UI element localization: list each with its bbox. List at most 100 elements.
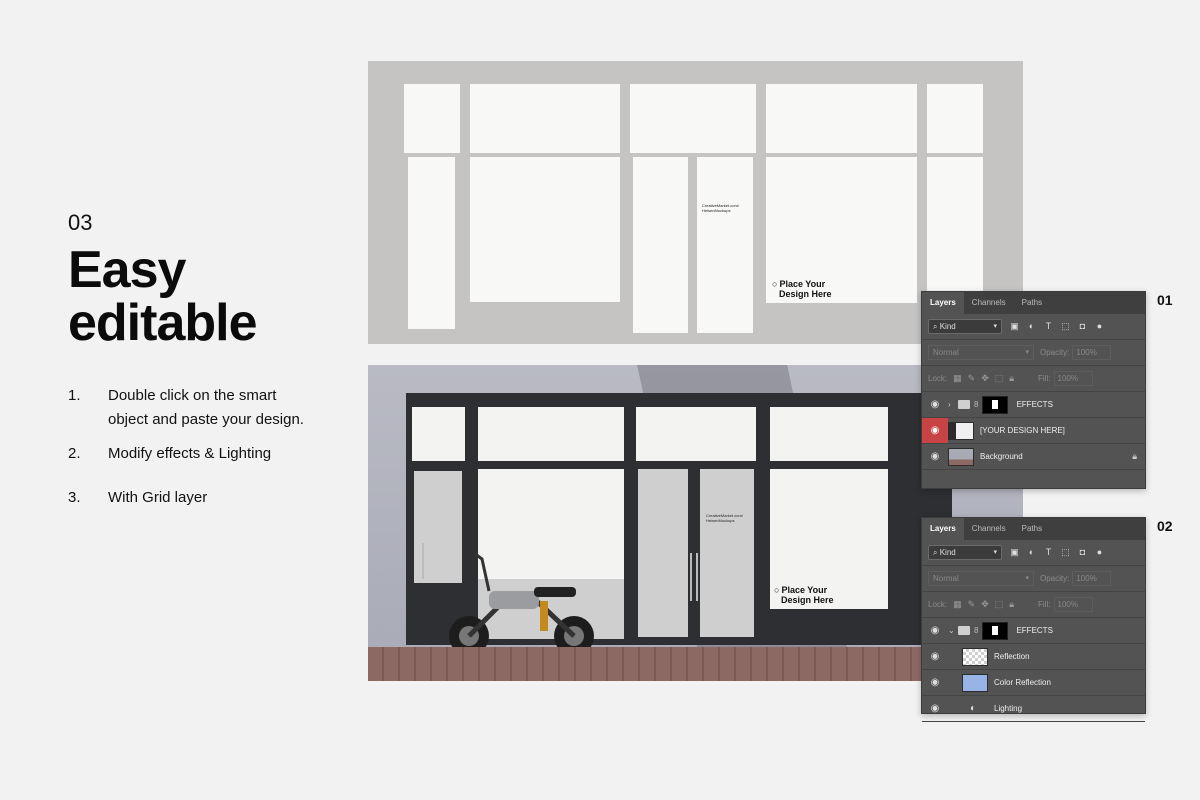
grid-pane bbox=[404, 84, 460, 153]
lock-artboard-icon[interactable]: ⬚ bbox=[995, 373, 1004, 384]
circle-icon: ○ bbox=[774, 585, 780, 595]
layer-name: Background bbox=[980, 452, 1023, 461]
step-item-number: 3. bbox=[68, 489, 81, 506]
grid-pane bbox=[470, 84, 620, 153]
layer-row[interactable]: ◉ Color Reflection bbox=[922, 670, 1145, 696]
fill-field[interactable]: 100% bbox=[1053, 371, 1093, 386]
lock-icon: 🔒︎ bbox=[1132, 451, 1137, 461]
grid-pane bbox=[927, 84, 983, 153]
filter-toggle-icon[interactable]: ● bbox=[1095, 322, 1104, 331]
link-icon: 8 bbox=[974, 400, 979, 409]
chevron-right-icon[interactable]: › bbox=[948, 400, 958, 409]
blend-mode-dropdown[interactable]: Normal ▾ bbox=[928, 345, 1034, 360]
folder-icon bbox=[958, 626, 970, 635]
headline-line-2: editable bbox=[68, 294, 257, 352]
door-handle bbox=[422, 543, 424, 579]
layer-row[interactable]: ◉ › 8 EFFECTS bbox=[922, 392, 1145, 418]
tab-layers[interactable]: Layers bbox=[922, 292, 964, 314]
adjustment-filter-icon[interactable]: ◐ bbox=[1027, 548, 1036, 557]
grid-pane bbox=[408, 157, 455, 329]
lock-paint-icon[interactable]: ✎ bbox=[968, 373, 976, 384]
tab-layers[interactable]: Layers bbox=[922, 518, 964, 540]
eye-icon[interactable]: ◉ bbox=[922, 444, 948, 469]
panel-tabs: Layers Channels Paths bbox=[922, 518, 1145, 540]
layer-name: Lighting bbox=[994, 704, 1023, 713]
adjustment-filter-icon[interactable]: ◐ bbox=[1027, 322, 1036, 331]
layers-panel-01: Layers Channels Paths ⌕ Kind ▾ ▣ ◐ T ⬚ ◘ … bbox=[921, 291, 1146, 489]
smart-object-filter-icon[interactable]: ◘ bbox=[1078, 322, 1087, 331]
credit-text: CreativeMarket.com/ HeisenMockups bbox=[702, 203, 739, 213]
lock-artboard-icon[interactable]: ⬚ bbox=[995, 599, 1004, 610]
smart-object-filter-icon[interactable]: ◘ bbox=[1078, 548, 1087, 557]
layer-row[interactable]: ◉ Background 🔒︎ bbox=[922, 444, 1145, 470]
fill-field[interactable]: 100% bbox=[1053, 597, 1093, 612]
kind-dropdown[interactable]: ⌕ Kind ▾ bbox=[928, 319, 1002, 334]
step-number: 03 bbox=[68, 210, 93, 235]
filter-row: ⌕ Kind ▾ ▣ ◐ T ⬚ ◘ ● bbox=[922, 314, 1145, 340]
grid-pane bbox=[630, 84, 756, 153]
grid-pane bbox=[697, 157, 753, 333]
lock-all-icon[interactable]: 🔒︎ bbox=[1009, 373, 1014, 384]
lock-pixels-icon[interactable]: ▦ bbox=[953, 599, 962, 610]
eye-icon[interactable]: ◉ bbox=[922, 618, 948, 643]
window-glass bbox=[478, 407, 624, 461]
tab-paths[interactable]: Paths bbox=[1014, 518, 1050, 540]
layer-thumbnail bbox=[948, 447, 974, 466]
eye-icon[interactable]: ◉ bbox=[922, 392, 948, 417]
lock-position-icon[interactable]: ✥ bbox=[981, 373, 989, 384]
type-filter-icon[interactable]: T bbox=[1044, 548, 1053, 557]
door-glass-left bbox=[638, 469, 688, 637]
blend-row: Normal ▾ Opacity: 100% bbox=[922, 340, 1145, 366]
opacity-field[interactable]: 100% bbox=[1072, 571, 1112, 586]
lock-label: Lock: bbox=[928, 600, 948, 609]
link-icon: 8 bbox=[974, 626, 979, 635]
layer-row[interactable]: ◉ ◐ Lighting bbox=[922, 696, 1145, 722]
window-glass bbox=[770, 407, 888, 461]
layer-row[interactable]: ◉ [YOUR DESIGN HERE] bbox=[922, 418, 1145, 444]
lock-row: Lock: ▦ ✎ ✥ ⬚ 🔒︎ Fill: 100% bbox=[922, 366, 1145, 392]
lock-all-icon[interactable]: 🔒︎ bbox=[1009, 599, 1014, 610]
filter-toggle-icon[interactable]: ● bbox=[1095, 548, 1104, 557]
layer-row[interactable]: ◉ Reflection bbox=[922, 644, 1145, 670]
tab-paths[interactable]: Paths bbox=[1014, 292, 1050, 314]
layer-row[interactable]: ◉ ⌄ 8 EFFECTS bbox=[922, 618, 1145, 644]
opacity-field[interactable]: 100% bbox=[1072, 345, 1112, 360]
panel-number-01: 01 bbox=[1157, 292, 1173, 308]
door-handle bbox=[690, 553, 692, 601]
layer-thumbnail bbox=[948, 421, 974, 440]
shape-filter-icon[interactable]: ⬚ bbox=[1061, 322, 1070, 331]
tab-channels[interactable]: Channels bbox=[964, 518, 1014, 540]
motorcycle bbox=[449, 551, 594, 656]
step-item-text: With Grid layer bbox=[108, 489, 208, 506]
grid-pane bbox=[470, 157, 620, 302]
chevron-down-icon[interactable]: ⌄ bbox=[948, 626, 958, 635]
kind-dropdown[interactable]: ⌕ Kind ▾ bbox=[928, 545, 1002, 560]
color-swatch-thumbnail bbox=[962, 673, 988, 692]
chevron-down-icon: ▾ bbox=[993, 323, 997, 330]
step-item-text: Double click on the smart bbox=[108, 387, 277, 404]
blend-mode-dropdown[interactable]: Normal ▾ bbox=[928, 571, 1034, 586]
eye-icon[interactable]: ◉ bbox=[922, 418, 948, 443]
shape-filter-icon[interactable]: ⬚ bbox=[1061, 548, 1070, 557]
chevron-down-icon: ▾ bbox=[1025, 349, 1029, 356]
step-item: 3. With Grid layer bbox=[68, 486, 338, 510]
eye-icon[interactable]: ◉ bbox=[922, 644, 948, 669]
fill-label: Fill: bbox=[1038, 600, 1051, 609]
type-filter-icon[interactable]: T bbox=[1044, 322, 1053, 331]
folder-icon bbox=[958, 400, 970, 409]
layer-name: EFFECTS bbox=[1016, 626, 1053, 635]
lock-pixels-icon[interactable]: ▦ bbox=[953, 373, 962, 384]
eye-icon[interactable]: ◉ bbox=[922, 670, 948, 695]
layer-name: EFFECTS bbox=[1016, 400, 1053, 409]
image-filter-icon[interactable]: ▣ bbox=[1010, 322, 1019, 331]
search-icon: ⌕ bbox=[933, 548, 938, 557]
lock-position-icon[interactable]: ✥ bbox=[981, 599, 989, 610]
fill-label: Fill: bbox=[1038, 374, 1051, 383]
layer-name: [YOUR DESIGN HERE] bbox=[980, 426, 1065, 435]
headline-line-1: Easy bbox=[68, 241, 186, 299]
eye-icon[interactable]: ◉ bbox=[922, 696, 948, 721]
image-filter-icon[interactable]: ▣ bbox=[1010, 548, 1019, 557]
step-item-number: 2. bbox=[68, 445, 81, 462]
tab-channels[interactable]: Channels bbox=[964, 292, 1014, 314]
lock-paint-icon[interactable]: ✎ bbox=[968, 599, 976, 610]
